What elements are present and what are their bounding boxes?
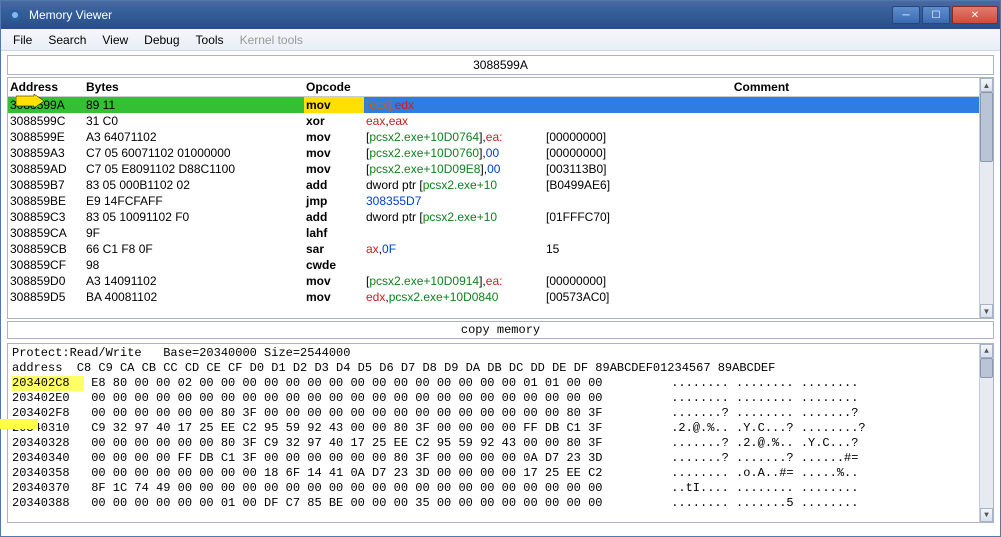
- disassembly-pane: Address Bytes Opcode Comment 3088599A89 …: [7, 77, 994, 319]
- menu-search[interactable]: Search: [40, 31, 94, 49]
- hex-scroll-down[interactable]: ▼: [980, 508, 993, 522]
- menu-file[interactable]: File: [5, 31, 40, 49]
- hex-protect-info: Protect:Read/Write Base=20340000 Size=25…: [12, 346, 975, 361]
- disasm-scrollbar[interactable]: ▲ ▼: [979, 78, 993, 318]
- scroll-thumb[interactable]: [980, 92, 993, 162]
- scroll-up-button[interactable]: ▲: [980, 78, 993, 92]
- col-address[interactable]: Address: [8, 80, 84, 94]
- disasm-row[interactable]: 3088599EA3 64071102mov[pcsx2.exe+10D0764…: [8, 129, 979, 145]
- col-bytes[interactable]: Bytes: [84, 80, 304, 94]
- disasm-row[interactable]: 3088599C31 C0xoreax,eax: [8, 113, 979, 129]
- window-title: Memory Viewer: [29, 8, 892, 22]
- titlebar: Memory Viewer ─ ☐ ✕: [1, 1, 1000, 29]
- hex-column-header: address C8 C9 CA CB CC CD CE CF D0 D1 D2…: [12, 361, 975, 376]
- scroll-down-button[interactable]: ▼: [980, 304, 993, 318]
- disasm-row[interactable]: 3088599A89 11mov[ecx],edx: [8, 97, 979, 113]
- column-headers: Address Bytes Opcode Comment: [8, 78, 979, 97]
- hex-row[interactable]: 203402E0 00 00 00 00 00 00 00 00 00 00 0…: [12, 391, 975, 406]
- hex-row[interactable]: 20340370 8F 1C 74 49 00 00 00 00 00 00 0…: [12, 481, 975, 496]
- menubar: FileSearchViewDebugToolsKernel tools: [1, 29, 1000, 51]
- disasm-row[interactable]: 308859D0A3 14091102mov[pcsx2.exe+10D0914…: [8, 273, 979, 289]
- hex-row[interactable]: 20340388 00 00 00 00 00 00 01 00 DF C7 8…: [12, 496, 975, 511]
- hex-highlight-arrow: [0, 419, 38, 429]
- disasm-row[interactable]: 308859D5BA 40081102movedx,pcsx2.exe+10D0…: [8, 289, 979, 305]
- minimize-button[interactable]: ─: [892, 6, 920, 24]
- disasm-row[interactable]: 308859CF98cwde: [8, 257, 979, 273]
- disasm-row[interactable]: 308859CB66 C1 F8 0Fsarax,0F15: [8, 241, 979, 257]
- hex-row[interactable]: 203402C8 E8 80 00 00 02 00 00 00 00 00 0…: [12, 376, 975, 391]
- hex-scroll-thumb[interactable]: [980, 358, 993, 378]
- disasm-row[interactable]: 308859BEE9 14FCFAFFjmp308355D7: [8, 193, 979, 209]
- disasm-row[interactable]: 308859C383 05 10091102 F0adddword ptr [p…: [8, 209, 979, 225]
- col-comment[interactable]: Comment: [544, 80, 979, 94]
- menu-kernel-tools: Kernel tools: [232, 31, 311, 49]
- hex-row[interactable]: 20340340 00 00 00 00 FF DB C1 3F 00 00 0…: [12, 451, 975, 466]
- hex-row[interactable]: 20340310 C9 32 97 40 17 25 EE C2 95 59 9…: [12, 421, 975, 436]
- disasm-row[interactable]: 308859CA9Flahf: [8, 225, 979, 241]
- disasm-row[interactable]: 308859ADC7 05 E8091102 D88C1100mov[pcsx2…: [8, 161, 979, 177]
- hex-scroll-up[interactable]: ▲: [980, 344, 993, 358]
- hex-row[interactable]: 203402F8 00 00 00 00 00 00 80 3F 00 00 0…: [12, 406, 975, 421]
- menu-debug[interactable]: Debug: [136, 31, 187, 49]
- disasm-row[interactable]: 308859A3C7 05 60071102 01000000mov[pcsx2…: [8, 145, 979, 161]
- close-button[interactable]: ✕: [952, 6, 998, 24]
- hex-dump-pane: Protect:Read/Write Base=20340000 Size=25…: [7, 343, 994, 523]
- current-address-value: 3088599A: [473, 58, 528, 72]
- current-address-field[interactable]: 3088599A: [7, 55, 994, 75]
- hex-scrollbar[interactable]: ▲ ▼: [979, 344, 993, 522]
- menu-tools[interactable]: Tools: [188, 31, 232, 49]
- app-icon: [7, 7, 23, 23]
- hex-row[interactable]: 20340358 00 00 00 00 00 00 00 00 18 6F 1…: [12, 466, 975, 481]
- col-opcode[interactable]: Opcode: [304, 80, 364, 94]
- copy-memory-button[interactable]: copy memory: [7, 321, 994, 339]
- maximize-button[interactable]: ☐: [922, 6, 950, 24]
- highlight-arrow: [16, 94, 44, 111]
- disasm-row[interactable]: 308859B783 05 000B1102 02adddword ptr [p…: [8, 177, 979, 193]
- hex-row[interactable]: 20340328 00 00 00 00 00 00 80 3F C9 32 9…: [12, 436, 975, 451]
- menu-view[interactable]: View: [94, 31, 136, 49]
